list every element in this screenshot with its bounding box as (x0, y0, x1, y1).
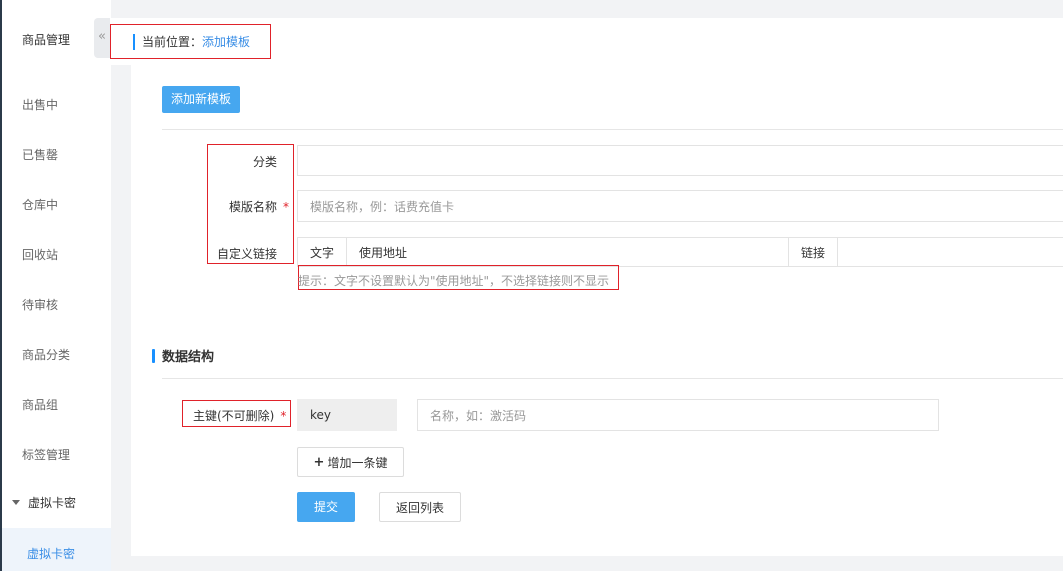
sidebar-group-label: 虚拟卡密 (28, 496, 77, 510)
sidebar-item-pending-review[interactable]: 待审核 (22, 296, 58, 313)
key-name-placeholder: 名称，如：激活码 (430, 408, 527, 423)
category-label: 分类 (252, 155, 277, 169)
breadcrumb-accent-bar (133, 33, 135, 50)
sidebar-item-virtual-cards[interactable]: 虚拟卡密 (2, 528, 111, 571)
section-divider (162, 378, 1063, 379)
key-name-input[interactable]: 名称，如：激活码 (417, 399, 939, 431)
sidebar-item-on-sale[interactable]: 出售中 (22, 96, 58, 113)
main-panel (131, 65, 1063, 556)
link-select[interactable] (838, 238, 1062, 266)
add-key-label: 增加一条键 (327, 455, 388, 470)
link-text-cell-label: 文字 (310, 245, 335, 260)
sidebar-item-product-groups[interactable]: 商品组 (22, 396, 58, 413)
primary-key-label: 主键(不可删除) * (193, 407, 293, 424)
sidebar-group-virtual-cards[interactable]: 虚拟卡密 (12, 494, 76, 511)
breadcrumb: 当前位置： 添加模板 (133, 33, 250, 50)
template-name-label: 模版名称 * (200, 198, 295, 215)
template-name-label-text: 模版名称 (229, 200, 278, 214)
sidebar-title: 商品管理 (22, 33, 71, 47)
link-cell-label: 链接 (801, 245, 826, 260)
sidebar-item-sold-out[interactable]: 已售罄 (22, 146, 58, 163)
custom-link-label: 自定义链接 (216, 247, 277, 261)
primary-key-label-text: 主键(不可删除) (193, 409, 275, 423)
category-input[interactable] (297, 145, 1063, 176)
sidebar-item-warehouse[interactable]: 仓库中 (22, 196, 58, 213)
data-structure-title: 数据结构 (152, 346, 214, 365)
breadcrumb-current: 添加模板 (202, 35, 251, 49)
plus-icon: + (313, 454, 325, 470)
link-hint-text: 提示：文字不设置默认为"使用地址"，不选择链接则不显示 (298, 274, 610, 288)
caret-down-icon (12, 500, 20, 505)
template-name-placeholder: 模版名称，例：话费充值卡 (310, 199, 455, 214)
template-name-input[interactable]: 模版名称，例：话费充值卡 (297, 190, 1063, 222)
submit-button[interactable]: 提交 (297, 492, 355, 522)
add-template-button[interactable]: 添加新模板 (162, 86, 240, 113)
toolbar-divider (162, 129, 1063, 130)
section-accent-bar (152, 348, 155, 363)
sidebar-item-tags[interactable]: 标签管理 (22, 446, 70, 463)
collapse-sidebar-icon[interactable]: « (94, 18, 110, 58)
breadcrumb-prefix: 当前位置： (142, 35, 203, 49)
sidebar: 商品管理 出售中 已售罄 仓库中 回收站 待审核 商品分类 商品组 标签管理 虚… (2, 0, 111, 571)
required-mark: * (280, 409, 287, 423)
key-readonly-field: key (297, 399, 397, 431)
sidebar-item-categories[interactable]: 商品分类 (22, 346, 70, 363)
back-to-list-button[interactable]: 返回列表 (379, 492, 461, 522)
add-key-button[interactable]: + 增加一条键 (297, 447, 404, 477)
sidebar-active-label: 虚拟卡密 (27, 547, 76, 561)
required-mark: * (283, 200, 290, 214)
data-structure-title-text: 数据结构 (162, 350, 215, 365)
link-text-input[interactable]: 使用地址 (347, 238, 788, 266)
sidebar-item-recycle-bin[interactable]: 回收站 (22, 246, 58, 263)
